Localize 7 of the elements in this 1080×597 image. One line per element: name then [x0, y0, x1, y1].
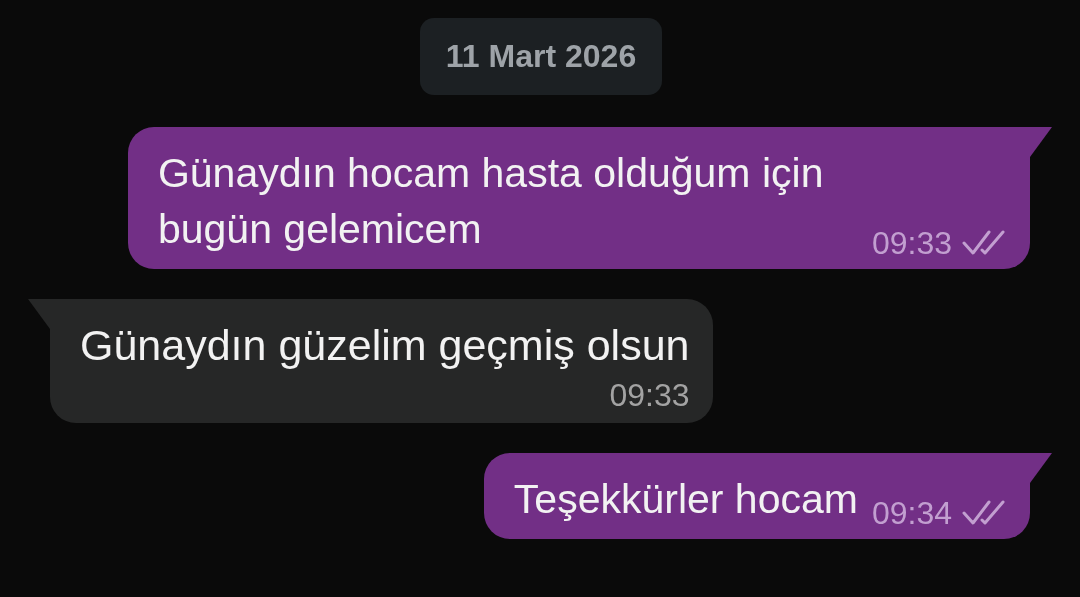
message-text: Teşekkürler hocam — [513, 475, 858, 524]
message-time: 09:33 — [609, 376, 690, 415]
message-text: Günaydın güzelim geçmiş olsun — [80, 320, 690, 371]
date-separator: 11 Mart 2026 — [419, 18, 663, 95]
message-text: Günaydın hocam hasta olduğum için bugün gelemicem — [157, 149, 825, 254]
message-time: 09:34 — [871, 494, 952, 533]
message-time: 09:33 — [871, 224, 952, 263]
